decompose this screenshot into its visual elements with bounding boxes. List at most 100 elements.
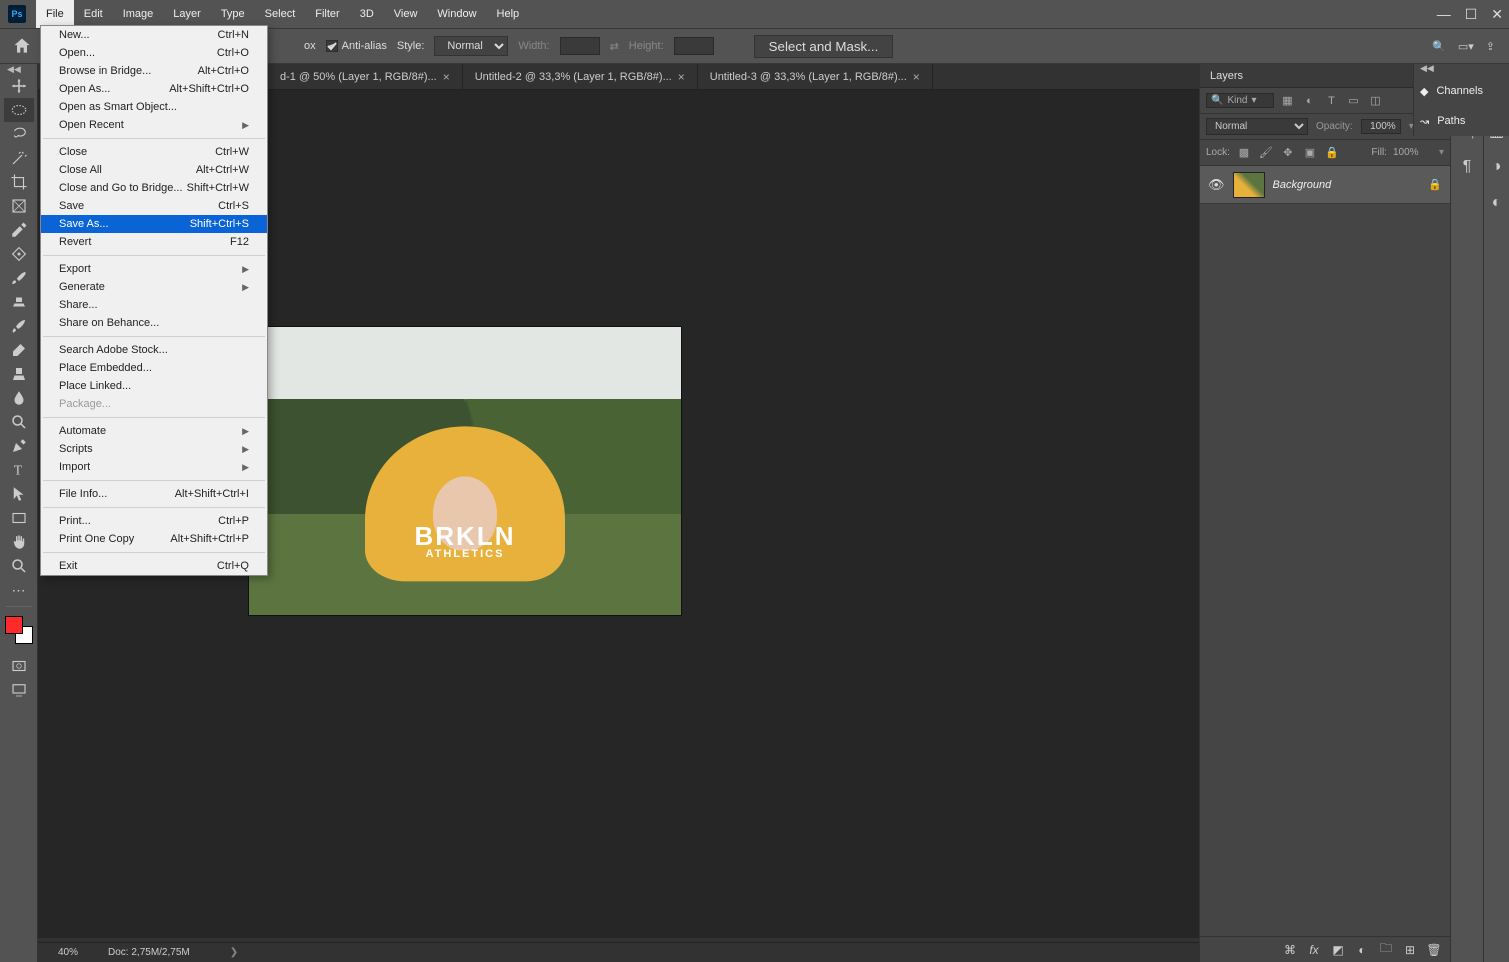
menuitem-place-embedded[interactable]: Place Embedded... (41, 359, 267, 377)
lock-position-icon[interactable]: ✥ (1280, 145, 1296, 161)
menuitem-close-and-go-to-bridge[interactable]: Close and Go to Bridge...Shift+Ctrl+W (41, 179, 267, 197)
filter-shape-icon[interactable]: ▭ (1346, 93, 1362, 109)
document-tab-0[interactable]: d-1 @ 50% (Layer 1, RGB/8#)...× (268, 64, 463, 90)
menu-3d[interactable]: 3D (350, 0, 384, 28)
menuitem-automate[interactable]: Automate▶ (41, 422, 267, 440)
swap-icon[interactable]: ⇄ (610, 40, 619, 53)
screenmode-toggle[interactable] (4, 678, 34, 702)
edit-toolbar[interactable]: ⋯ (4, 578, 34, 602)
menuitem-close-all[interactable]: Close AllAlt+Ctrl+W (41, 161, 267, 179)
select-and-mask-button[interactable]: Select and Mask... (754, 35, 894, 58)
marquee-tool[interactable] (4, 98, 34, 122)
zoom-level[interactable]: 40% (58, 947, 78, 958)
height-input[interactable] (674, 37, 714, 55)
menuitem-exit[interactable]: ExitCtrl+Q (41, 557, 267, 575)
menu-type[interactable]: Type (211, 0, 255, 28)
menu-edit[interactable]: Edit (74, 0, 113, 28)
filter-smart-icon[interactable]: ◫ (1368, 93, 1384, 109)
collapse-icon[interactable]: ◀◀ (1420, 63, 1434, 74)
menuitem-export[interactable]: Export▶ (41, 260, 267, 278)
menu-view[interactable]: View (384, 0, 428, 28)
menuitem-save-as[interactable]: Save As...Shift+Ctrl+S (41, 215, 267, 233)
blend-mode-select[interactable]: Normal (1206, 118, 1308, 135)
hand-tool[interactable] (4, 530, 34, 554)
minimize-button[interactable]: — (1437, 6, 1451, 22)
new-layer-icon[interactable]: ⊞ (1402, 943, 1418, 957)
link-layers-icon[interactable]: ⌘ (1282, 943, 1298, 957)
menu-file[interactable]: File (36, 0, 74, 28)
menuitem-print[interactable]: Print...Ctrl+P (41, 512, 267, 530)
layer-mask-icon[interactable]: ◩ (1330, 943, 1346, 957)
brush-tool[interactable] (4, 266, 34, 290)
menuitem-open-recent[interactable]: Open Recent▶ (41, 116, 267, 134)
crop-tool[interactable] (4, 170, 34, 194)
color-swatches[interactable] (5, 616, 33, 644)
menuitem-open-as[interactable]: Open As...Alt+Shift+Ctrl+O (41, 80, 267, 98)
menuitem-search-adobe-stock[interactable]: Search Adobe Stock... (41, 341, 267, 359)
menuitem-share[interactable]: Share... (41, 296, 267, 314)
menuitem-generate[interactable]: Generate▶ (41, 278, 267, 296)
width-input[interactable] (560, 37, 600, 55)
close-tab-icon[interactable]: × (678, 70, 685, 84)
menuitem-scripts[interactable]: Scripts▶ (41, 440, 267, 458)
menuitem-browse-in-bridge[interactable]: Browse in Bridge...Alt+Ctrl+O (41, 62, 267, 80)
frame-tool[interactable] (4, 194, 34, 218)
adjustment-layer-icon[interactable]: ◐ (1354, 943, 1370, 957)
search-icon[interactable]: 🔍 (1432, 40, 1446, 53)
fill-input[interactable]: 100% (1393, 147, 1433, 158)
menuitem-save[interactable]: SaveCtrl+S (41, 197, 267, 215)
menu-layer[interactable]: Layer (163, 0, 211, 28)
collapse-icon[interactable]: ◀◀ (7, 64, 21, 75)
menuitem-print-one-copy[interactable]: Print One CopyAlt+Shift+Ctrl+P (41, 530, 267, 548)
delete-layer-icon[interactable]: 🗑 (1426, 943, 1442, 957)
layer-thumbnail[interactable] (1233, 172, 1265, 198)
lasso-tool[interactable] (4, 122, 34, 146)
blur-tool[interactable] (4, 386, 34, 410)
zoom-tool[interactable] (4, 554, 34, 578)
channels-tab[interactable]: ◆Channels (1414, 76, 1509, 106)
opacity-input[interactable]: 100% (1361, 119, 1401, 134)
menuitem-close[interactable]: CloseCtrl+W (41, 143, 267, 161)
history-brush-tool[interactable] (4, 314, 34, 338)
style-select[interactable]: Normal (434, 36, 508, 56)
spot-heal-tool[interactable] (4, 242, 34, 266)
close-tab-icon[interactable]: × (443, 70, 450, 84)
anti-alias-checkbox[interactable]: Anti-alias (326, 40, 387, 52)
maximize-button[interactable]: ☐ (1465, 6, 1478, 23)
home-button[interactable] (8, 32, 36, 60)
eyedropper-tool[interactable] (4, 218, 34, 242)
menu-help[interactable]: Help (487, 0, 530, 28)
paragraph-icon[interactable]: ¶ (1456, 156, 1478, 178)
path-selection-tool[interactable] (4, 482, 34, 506)
share-icon[interactable]: ⇪ (1486, 40, 1495, 53)
filter-pixel-icon[interactable]: ▦ (1280, 93, 1296, 109)
eraser-tool[interactable] (4, 338, 34, 362)
layer-lock-icon[interactable]: 🔒 (1428, 178, 1442, 191)
status-caret-icon[interactable]: ❯ (230, 947, 238, 958)
close-tab-icon[interactable]: × (913, 70, 920, 84)
styles-icon[interactable]: ◐ (1486, 192, 1508, 214)
pen-tool[interactable] (4, 434, 34, 458)
menuitem-new[interactable]: New...Ctrl+N (41, 26, 267, 44)
document-tab-1[interactable]: Untitled-2 @ 33,3% (Layer 1, RGB/8#)...× (463, 64, 698, 90)
menu-filter[interactable]: Filter (305, 0, 349, 28)
menu-image[interactable]: Image (113, 0, 164, 28)
layer-row-background[interactable]: 👁 Background 🔒 (1200, 166, 1450, 204)
menuitem-revert[interactable]: RevertF12 (41, 233, 267, 251)
menuitem-share-on-behance[interactable]: Share on Behance... (41, 314, 267, 332)
adjustments-icon[interactable]: ◑ (1486, 156, 1508, 178)
lock-artboard-icon[interactable]: ▣ (1302, 145, 1318, 161)
menuitem-open[interactable]: Open...Ctrl+O (41, 44, 267, 62)
menu-window[interactable]: Window (427, 0, 486, 28)
lock-pixels-icon[interactable]: 🖌 (1258, 145, 1274, 161)
move-tool[interactable] (4, 74, 34, 98)
paths-tab[interactable]: ↝Paths (1414, 106, 1509, 136)
close-button[interactable]: ✕ (1491, 6, 1503, 23)
magic-wand-tool[interactable] (4, 146, 34, 170)
menuitem-place-linked[interactable]: Place Linked... (41, 377, 267, 395)
layer-name[interactable]: Background (1273, 179, 1332, 191)
layer-fx-icon[interactable]: fx (1306, 943, 1322, 957)
gradient-tool[interactable] (4, 362, 34, 386)
lock-all-icon[interactable]: 🔒 (1324, 145, 1340, 161)
menuitem-import[interactable]: Import▶ (41, 458, 267, 476)
